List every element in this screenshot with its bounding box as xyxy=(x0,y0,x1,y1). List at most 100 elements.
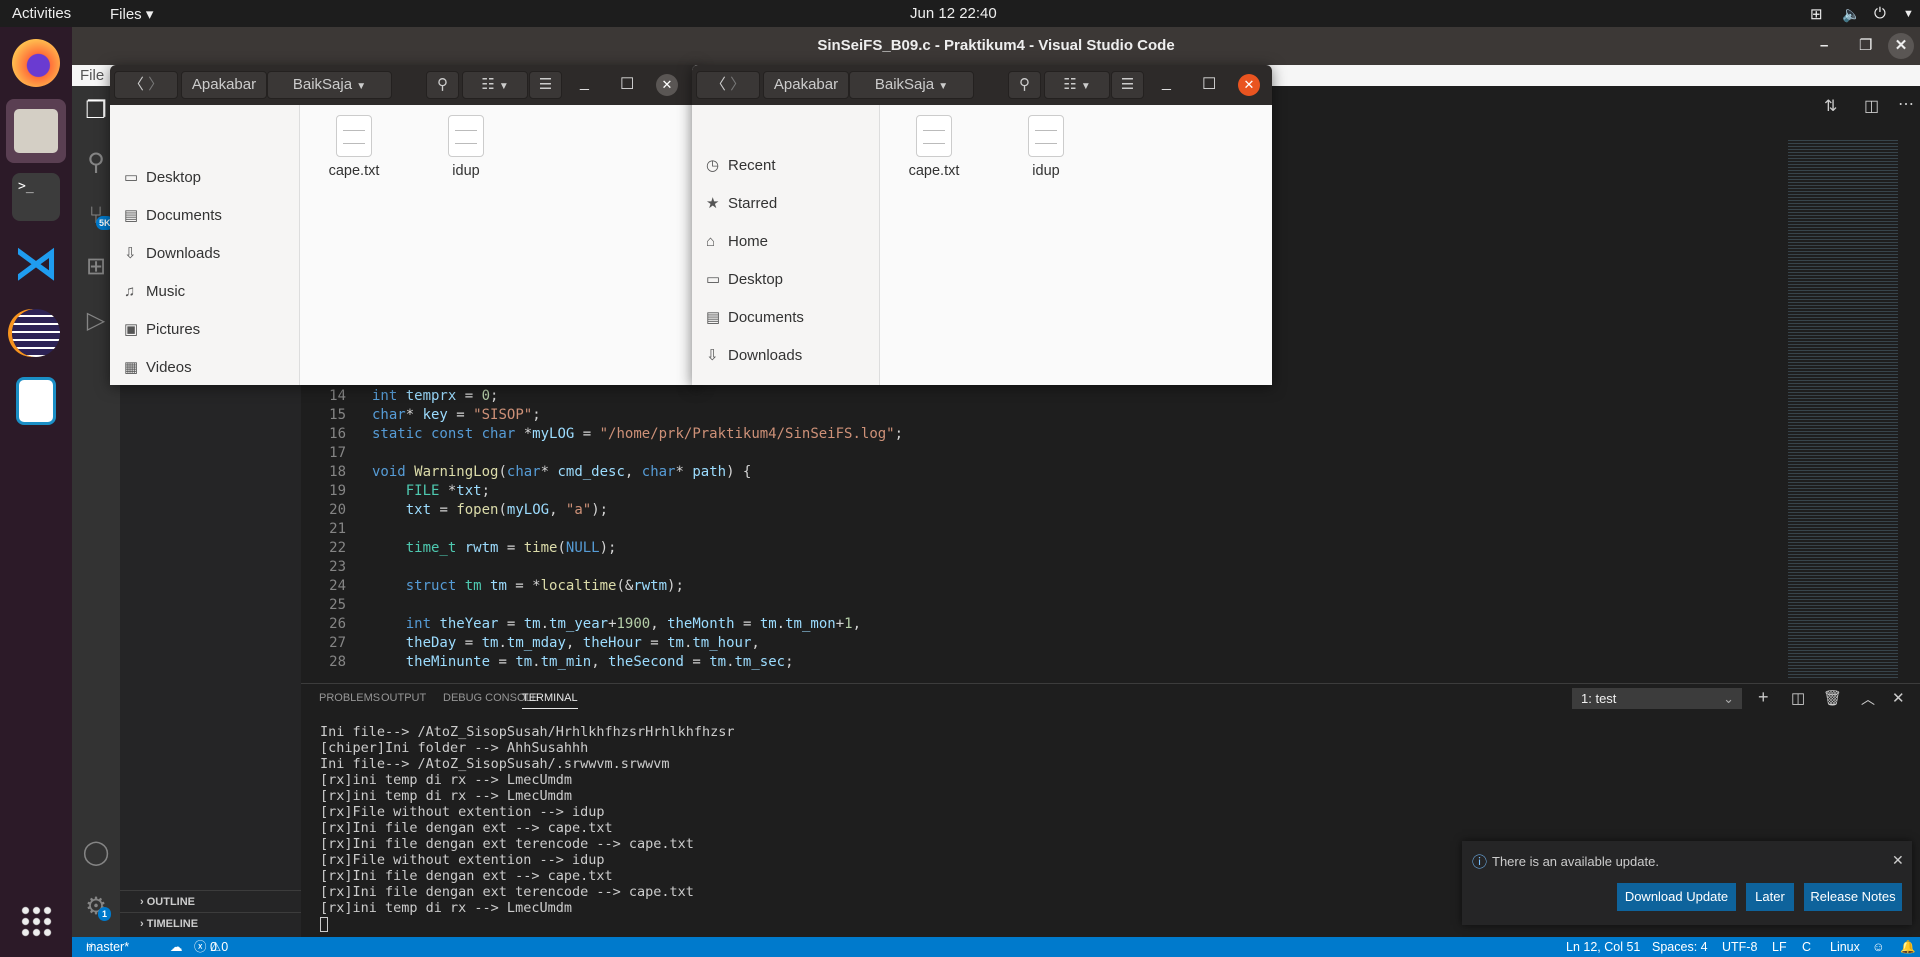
view-options-icon[interactable]: ☷ ▼ xyxy=(462,71,528,99)
back-icon[interactable]: 〈 xyxy=(129,76,144,93)
sidebar-item-pictures[interactable]: ▣ Pictures xyxy=(124,320,200,340)
power-icon[interactable]: ⏻ xyxy=(1874,5,1886,22)
sidebar-item-home[interactable]: ⌂ Home xyxy=(706,232,768,252)
close-icon[interactable]: ✕ xyxy=(1888,33,1914,59)
menu-caret-icon[interactable]: ▼ xyxy=(1903,8,1914,20)
file-item[interactable]: idup xyxy=(421,115,511,179)
file-name: cape.txt xyxy=(328,163,380,179)
terminal-cursor[interactable] xyxy=(320,917,328,932)
libreoffice-impress-icon[interactable] xyxy=(16,377,56,425)
forward-icon[interactable]: 〉 xyxy=(148,76,163,93)
firefox-icon[interactable] xyxy=(12,39,60,87)
sidebar-item-starred[interactable]: ★ Starred xyxy=(706,194,777,214)
code-token: * xyxy=(675,464,693,480)
close-panel-icon[interactable]: ✕ xyxy=(1892,689,1905,707)
notifications-bell-icon[interactable]: 🔔 xyxy=(1900,937,1916,957)
forward-icon[interactable]: 〉 xyxy=(730,76,745,93)
sidebar-item-recent[interactable]: ◷ Recent xyxy=(706,156,776,176)
minimize-icon[interactable]: _ xyxy=(1162,74,1171,92)
maximize-icon[interactable]: ☐ xyxy=(620,74,634,94)
feedback-icon[interactable]: ☺ xyxy=(1872,937,1885,957)
split-editor-icon[interactable]: ◫ xyxy=(1864,96,1879,116)
close-icon[interactable]: ✕ xyxy=(656,74,678,96)
sidebar-item-downloads[interactable]: ⇩ Downloads xyxy=(124,244,220,264)
language-mode[interactable]: C xyxy=(1802,937,1811,957)
file-item[interactable]: cape.txt xyxy=(309,115,399,179)
cursor-position[interactable]: Ln 12, Col 51 xyxy=(1566,937,1640,957)
vscode-icon[interactable]: ⋊ xyxy=(12,240,60,288)
volume-icon[interactable]: 🔈 xyxy=(1842,5,1861,23)
later-button[interactable]: Later xyxy=(1746,883,1794,911)
network-icon[interactable]: ⊞ xyxy=(1810,5,1823,23)
back-icon[interactable]: 〈 xyxy=(711,76,726,93)
indentation[interactable]: Spaces: 4 xyxy=(1652,937,1708,957)
code-line: 15 char* key = "SISOP"; xyxy=(301,406,1781,425)
minimap[interactable] xyxy=(1788,140,1898,680)
split-terminal-icon[interactable]: ◫ xyxy=(1791,689,1805,707)
minimize-icon[interactable]: _ xyxy=(580,74,589,92)
apps-grid-icon[interactable] xyxy=(20,905,52,937)
code-token: fopen xyxy=(456,502,499,518)
hamburger-menu-icon[interactable]: ☰ xyxy=(1111,71,1144,99)
open-changes-icon[interactable]: ⇅ xyxy=(1824,96,1837,116)
activities-button[interactable]: Activities xyxy=(12,5,71,22)
search-icon[interactable]: ⚲ xyxy=(1008,71,1041,99)
panel-tab-problems[interactable]: PROBLEMS xyxy=(319,692,380,704)
outline-section[interactable]: › OUTLINE xyxy=(120,890,301,912)
path-segment-baiksaja[interactable]: BaikSaja ▼ xyxy=(849,71,974,99)
extensions-icon[interactable]: ⊞ xyxy=(80,251,112,283)
new-terminal-icon[interactable]: + xyxy=(1758,687,1769,708)
sidebar-item-desktop[interactable]: ▭ Desktop xyxy=(124,168,201,188)
sidebar-item-desktop[interactable]: ▭ Desktop xyxy=(706,270,783,290)
kill-terminal-icon[interactable]: 🗑 xyxy=(1823,689,1842,707)
terminal-icon[interactable]: >_ xyxy=(12,173,60,221)
download-update-button[interactable]: Download Update xyxy=(1617,883,1736,911)
sidebar-item-documents[interactable]: ▤ Documents xyxy=(706,308,804,328)
platform[interactable]: Linux xyxy=(1830,937,1860,957)
file-item[interactable]: idup xyxy=(1001,115,1091,179)
sidebar-item-downloads[interactable]: ⇩ Downloads xyxy=(706,346,802,366)
path-segment-baiksaja[interactable]: BaikSaja ▼ xyxy=(267,71,392,99)
minimize-icon[interactable]: – xyxy=(1820,27,1828,65)
release-notes-button[interactable]: Release Notes xyxy=(1804,883,1902,911)
timeline-section[interactable]: › TIMELINE xyxy=(120,912,301,934)
explorer-icon[interactable]: ❐ xyxy=(80,95,112,127)
restore-icon[interactable]: ❐ xyxy=(1859,27,1872,65)
menu-file[interactable]: File xyxy=(80,67,104,84)
clock[interactable]: Jun 12 22:40 xyxy=(910,5,997,22)
panel-tab-terminal[interactable]: TERMINAL xyxy=(522,692,578,709)
close-icon[interactable]: ✕ xyxy=(1238,74,1260,96)
source-control-icon[interactable]: ⑂ 5K xyxy=(80,200,114,232)
problems-indicator[interactable]: ⓧ 0 ⚠ 0 xyxy=(194,937,228,957)
settings-gear-icon[interactable]: ⚙ 1 xyxy=(80,891,112,923)
file-item[interactable]: cape.txt xyxy=(889,115,979,179)
eclipse-icon[interactable] xyxy=(12,309,60,357)
sync-icon[interactable]: ☁ xyxy=(170,937,183,957)
close-notification-icon[interactable]: ✕ xyxy=(1892,852,1904,869)
path-segment-apakabar[interactable]: Apakabar xyxy=(763,71,849,99)
hamburger-menu-icon[interactable]: ☰ xyxy=(529,71,562,99)
path-segment-apakabar[interactable]: Apakabar xyxy=(181,71,267,99)
terminal-select[interactable]: 1: test ⌄ xyxy=(1572,688,1742,709)
code-token: static const char xyxy=(372,426,524,442)
places-sidebar: ▭ Desktop ▤ Documents ⇩ Downloads ♫ Music ▣ Pictu… xyxy=(110,105,300,385)
run-debug-icon[interactable]: ▷ xyxy=(80,305,112,337)
search-icon[interactable]: ⚲ xyxy=(80,147,112,179)
panel-tab-output[interactable]: OUTPUT xyxy=(381,692,426,704)
maximize-panel-icon[interactable]: ︿ xyxy=(1861,689,1875,709)
code-line: 26 int theYear = tm.tm_year+1900, theMon… xyxy=(301,615,1781,634)
sidebar-item-videos[interactable]: ▦ Videos xyxy=(124,358,192,378)
accounts-icon[interactable]: ◯ xyxy=(80,837,112,869)
sidebar-item-music[interactable]: ♫Music xyxy=(124,282,185,302)
view-options-icon[interactable]: ☷ ▼ xyxy=(1044,71,1110,99)
app-menu[interactable]: Files ▾ xyxy=(110,5,153,23)
search-icon[interactable]: ⚲ xyxy=(426,71,459,99)
maximize-icon[interactable]: ☐ xyxy=(1202,74,1216,94)
sidebar-item-documents[interactable]: ▤ Documents xyxy=(124,206,222,226)
sidebar-item-music[interactable]: ♫Music xyxy=(706,384,767,385)
files-icon[interactable] xyxy=(6,99,66,163)
code-token: theYear xyxy=(439,616,499,632)
more-actions-icon[interactable]: ⋯ xyxy=(1898,94,1914,114)
encoding[interactable]: UTF-8 xyxy=(1722,937,1757,957)
eol[interactable]: LF xyxy=(1772,937,1787,957)
